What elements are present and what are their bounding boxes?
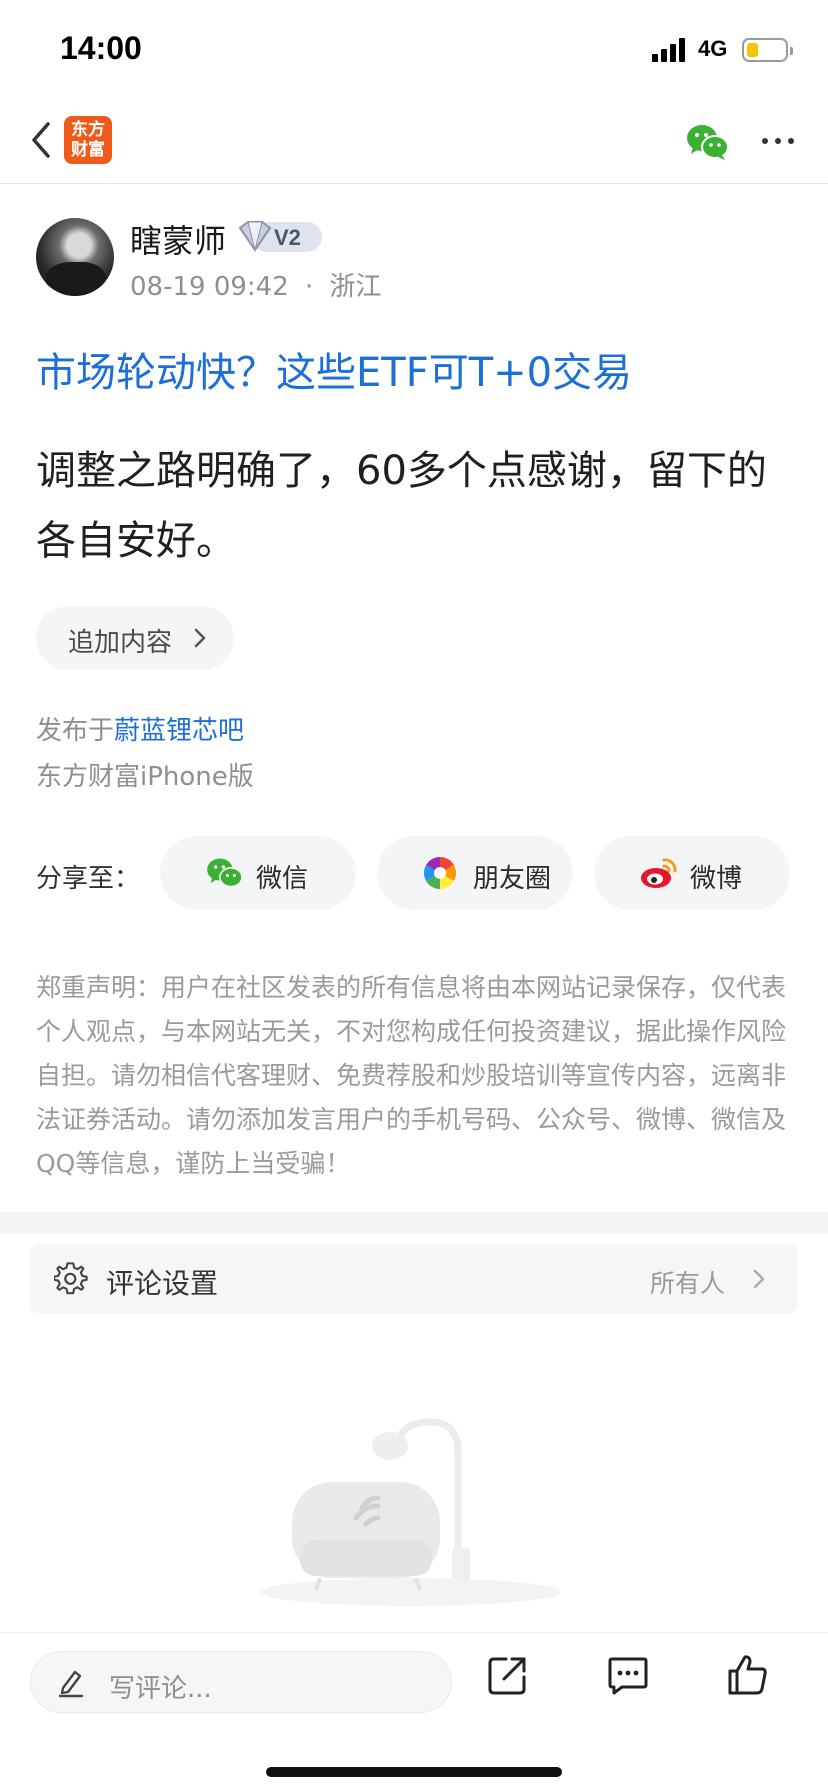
meta-separator: · [305,272,314,302]
post-date: 08-19 09:42 [130,272,289,302]
wechat-icon[interactable] [686,122,730,162]
forum-link[interactable]: 蔚蓝锂芯吧 [114,716,244,746]
logo-text-line2: 财富 [71,140,105,160]
publish-prefix: 发布于 [36,716,115,746]
network-type: 4G [698,36,728,61]
section-divider [0,1212,828,1234]
chevron-left-icon[interactable] [22,118,62,162]
chevron-right-icon [746,1266,772,1292]
gear-icon [52,1262,88,1296]
share-weibo-button[interactable]: 微博 [594,836,790,910]
comment-icon[interactable] [606,1653,650,1697]
empty-comments-illustration [240,1412,580,1612]
share-moments-label: 朋友圈 [473,864,552,894]
bottom-bar: 写评论... [0,1632,828,1792]
post-title-link[interactable]: 市场轮动快？这些ETF可T+0交易 [36,340,632,398]
comment-settings-row[interactable]: 评论设置 所有人 [30,1244,798,1314]
like-icon[interactable] [726,1653,770,1697]
status-bar: 14:00 4G [0,0,828,100]
comment-input[interactable]: 写评论... [30,1651,452,1713]
share-moments-button[interactable]: 朋友圈 [377,836,573,910]
weibo-icon [640,856,678,890]
home-indicator [266,1767,562,1777]
status-time: 14:00 [60,30,142,66]
vip-badge-text: V2 [274,225,301,250]
avatar[interactable] [36,218,114,296]
share-wechat-button[interactable]: 微信 [160,836,356,910]
comment-settings-value: 所有人 [650,1269,726,1298]
append-content-button[interactable]: 追加内容 [36,606,234,670]
vip-level-badge: V2 [238,218,324,256]
nav-bar: 东方 财富 [0,100,828,184]
wechat-icon [206,856,244,890]
share-weibo-label: 微博 [690,864,743,894]
publish-line: 发布于蔚蓝锂芯吧 [36,710,244,747]
comment-settings-label: 评论设置 [106,1267,219,1300]
share-out-icon[interactable] [486,1653,530,1697]
logo-text-line1: 东方 [71,120,105,140]
battery-icon [742,38,793,62]
more-dots-icon[interactable] [760,128,796,152]
share-wechat-label: 微信 [256,864,309,894]
post-body: 调整之路明确了，60多个点感谢，留下的各自安好。 [36,448,767,564]
append-content-label: 追加内容 [68,628,173,658]
signal-icon [652,38,690,62]
client-source: 东方财富iPhone版 [36,762,254,792]
app-logo[interactable]: 东方 财富 [64,116,112,164]
post-location: 浙江 [329,272,382,302]
chevron-right-icon [188,626,212,650]
author-name[interactable]: 瞎蒙师 [130,216,226,262]
comment-placeholder: 写评论... [109,1674,212,1704]
battery-fill [747,43,758,57]
pencil-icon [55,1666,87,1698]
moments-icon [423,856,461,890]
share-label: 分享至： [36,864,141,894]
post-meta: 08-19 09:42 · 浙江 [130,266,382,303]
disclaimer-text: 郑重声明：用户在社区发表的所有信息将由本网站记录保存，仅代表个人观点，与本网站无… [36,973,787,1178]
